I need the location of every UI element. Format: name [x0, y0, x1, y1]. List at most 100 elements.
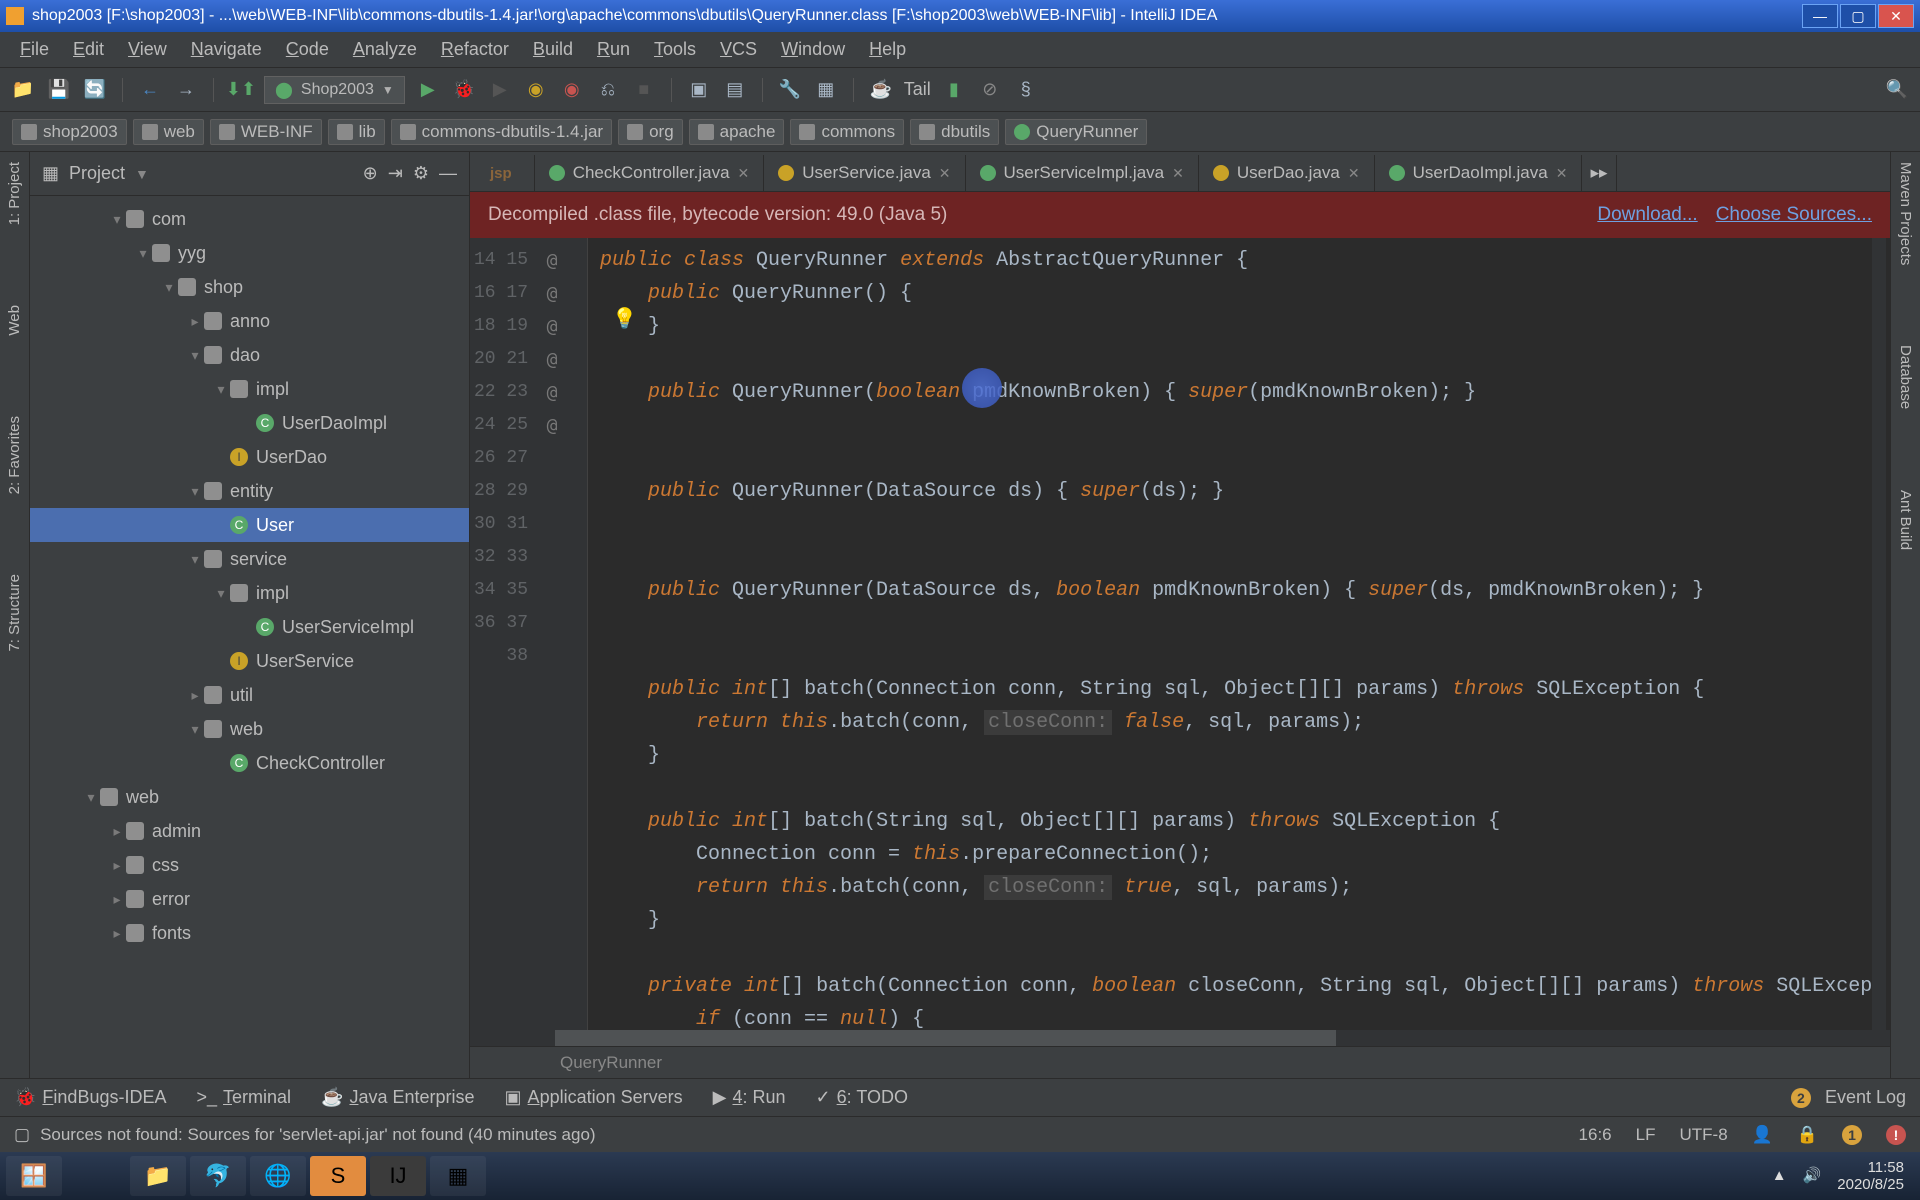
tree-node-web[interactable]: ▾web [30, 780, 469, 814]
tree-node-service[interactable]: ▾service [30, 542, 469, 576]
scroll-from-source-icon[interactable]: ⊕ [363, 163, 378, 184]
status-icon[interactable]: ▢ [14, 1125, 30, 1145]
breadcrumb-item[interactable]: apache [689, 119, 785, 145]
tree-node-userdaoimpl[interactable]: CUserDaoImpl [30, 406, 469, 440]
menu-window[interactable]: Window [771, 35, 855, 64]
bottom-tool-java-enterprise[interactable]: ☕Java Enterprise [321, 1087, 474, 1108]
stripe-database[interactable]: Database [1897, 345, 1914, 409]
close-button[interactable]: ✕ [1878, 4, 1914, 28]
breadcrumb-item[interactable]: web [133, 119, 204, 145]
bookmark-icon[interactable]: ▮ [941, 77, 967, 103]
breadcrumb-item[interactable]: QueryRunner [1005, 119, 1147, 145]
open-icon[interactable]: 📁 [10, 77, 36, 103]
menu-tools[interactable]: Tools [644, 35, 706, 64]
bottom-tool-findbugs-idea[interactable]: 🐞FindBugs-IDEA [14, 1087, 166, 1108]
tabs-more-icon[interactable]: ▸▸ [1582, 155, 1616, 191]
project-gear-icon[interactable]: ▦ [42, 163, 59, 184]
tree-node-fonts[interactable]: ▸fonts [30, 916, 469, 950]
layout2-icon[interactable]: ▤ [722, 77, 748, 103]
tree-node-css[interactable]: ▸css [30, 848, 469, 882]
inspect-icon[interactable]: 👤 [1752, 1125, 1773, 1145]
tree-node-dao[interactable]: ▾dao [30, 338, 469, 372]
misc-icon[interactable]: § [1013, 77, 1039, 103]
stripe-maven-projects[interactable]: Maven Projects [1897, 162, 1914, 265]
forward-icon[interactable]: → [173, 77, 199, 103]
breadcrumb-item[interactable]: lib [328, 119, 385, 145]
caret-position[interactable]: 16:6 [1579, 1125, 1612, 1145]
tab-userserviceimpl-java[interactable]: UserServiceImpl.java✕ [966, 155, 1199, 191]
lock-icon[interactable]: 🔒 [1797, 1125, 1818, 1145]
attach-icon[interactable]: ⎌ [595, 77, 621, 103]
stripe-2-favorites[interactable]: 2: Favorites [6, 416, 23, 494]
tree-node-admin[interactable]: ▸admin [30, 814, 469, 848]
code-editor[interactable]: public class QueryRunner extends Abstrac… [588, 238, 1890, 1030]
fold-gutter[interactable] [564, 238, 588, 1030]
tray-date[interactable]: 2020/8/25 [1837, 1176, 1904, 1193]
menu-edit[interactable]: Edit [63, 35, 114, 64]
warn-badge-icon[interactable]: 1 [1842, 1125, 1862, 1145]
breadcrumb-item[interactable]: dbutils [910, 119, 999, 145]
chrome-icon[interactable]: 🌐 [250, 1156, 306, 1196]
tab-userservice-java[interactable]: UserService.java✕ [764, 155, 965, 191]
settings-icon[interactable]: 🔧 [777, 77, 803, 103]
save-icon[interactable]: 💾 [46, 77, 72, 103]
error-badge-icon[interactable]: ! [1886, 1125, 1906, 1145]
layout-icon[interactable]: ▣ [686, 77, 712, 103]
profile-icon[interactable]: ◉ [559, 77, 585, 103]
tree-node-yyg[interactable]: ▾yyg [30, 236, 469, 270]
breadcrumb-item[interactable]: shop2003 [12, 119, 127, 145]
menu-refactor[interactable]: Refactor [431, 35, 519, 64]
tree-node-web[interactable]: ▾web [30, 712, 469, 746]
download-link[interactable]: Download... [1597, 204, 1697, 226]
start-button[interactable]: 🪟 [6, 1156, 62, 1196]
menu-help[interactable]: Help [859, 35, 916, 64]
tree-node-util[interactable]: ▸util [30, 678, 469, 712]
menu-run[interactable]: Run [587, 35, 640, 64]
menu-code[interactable]: Code [276, 35, 339, 64]
tree-node-userdao[interactable]: IUserDao [30, 440, 469, 474]
breadcrumb-item[interactable]: WEB-INF [210, 119, 322, 145]
tree-node-impl[interactable]: ▾impl [30, 372, 469, 406]
tail-label[interactable]: Tail [904, 79, 931, 100]
tree-node-com[interactable]: ▾com [30, 202, 469, 236]
app-icon[interactable]: ▦ [430, 1156, 486, 1196]
breadcrumb-item[interactable]: commons-dbutils-1.4.jar [391, 119, 612, 145]
run-icon[interactable]: ▶ [415, 77, 441, 103]
tree-node-shop[interactable]: ▾shop [30, 270, 469, 304]
coverage-icon[interactable]: ◉ [523, 77, 549, 103]
run-config-selector[interactable]: ⬤ Shop2003 ▼ [264, 76, 405, 104]
structure-icon[interactable]: ▦ [813, 77, 839, 103]
event-log-button[interactable]: Event Log [1825, 1087, 1906, 1108]
tree-node-userservice[interactable]: IUserService [30, 644, 469, 678]
tab-close-icon[interactable]: ✕ [1172, 165, 1184, 182]
bottom-tool-4-run[interactable]: ▶4: Run [713, 1087, 786, 1108]
tree-node-checkcontroller[interactable]: CCheckController [30, 746, 469, 780]
tray-flag-icon[interactable]: ▲ [1772, 1167, 1787, 1184]
debug-icon[interactable]: 🐞 [451, 77, 477, 103]
bottom-tool-terminal[interactable]: >_Terminal [196, 1087, 291, 1108]
maximize-button[interactable]: ▢ [1840, 4, 1876, 28]
hide-icon[interactable]: — [439, 163, 457, 184]
sync-icon[interactable]: 🔄 [82, 77, 108, 103]
menu-navigate[interactable]: Navigate [181, 35, 272, 64]
back-icon[interactable]: ← [137, 77, 163, 103]
menu-view[interactable]: View [118, 35, 177, 64]
tab-userdao-java[interactable]: UserDao.java✕ [1199, 155, 1375, 191]
tree-node-impl[interactable]: ▾impl [30, 576, 469, 610]
tab-userdaoimpl-java[interactable]: UserDaoImpl.java✕ [1375, 155, 1583, 191]
search-everywhere-icon[interactable]: 🔍 [1884, 77, 1910, 103]
tree-node-user[interactable]: CUser [30, 508, 469, 542]
editor-breadcrumbs[interactable]: QueryRunner [470, 1046, 1890, 1078]
menu-build[interactable]: Build [523, 35, 583, 64]
menu-file[interactable]: File [10, 35, 59, 64]
breadcrumb-item[interactable]: commons [790, 119, 904, 145]
vertical-scrollbar[interactable] [1872, 238, 1886, 1030]
tree-node-anno[interactable]: ▸anno [30, 304, 469, 338]
horizontal-scrollbar[interactable] [470, 1030, 1890, 1046]
bottom-tool-application-servers[interactable]: ▣Application Servers [505, 1087, 683, 1108]
minimize-button[interactable]: — [1802, 4, 1838, 28]
explorer-icon[interactable]: 📁 [130, 1156, 186, 1196]
project-tool-window[interactable]: ▦ Project ▼ ⊕ ⇥ ⚙ — ▾com▾yyg▾shop▸anno▾d… [30, 152, 470, 1078]
tab-jsp[interactable]: jsp [476, 155, 535, 191]
breadcrumb-item[interactable]: org [618, 119, 683, 145]
